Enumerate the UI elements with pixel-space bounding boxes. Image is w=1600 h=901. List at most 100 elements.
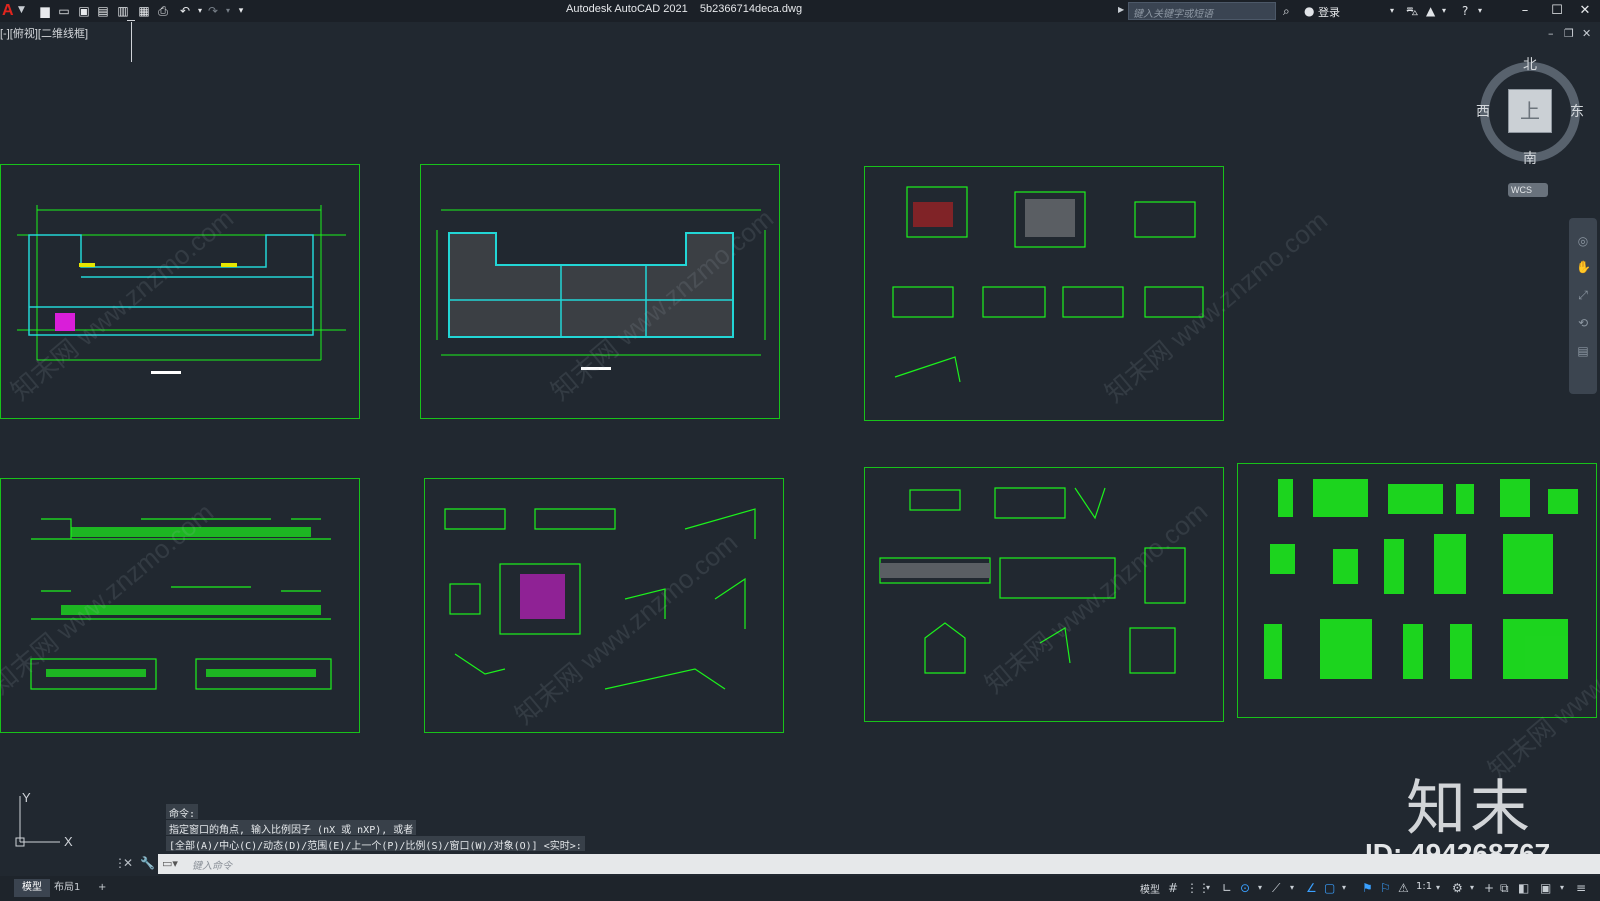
sign-in-link[interactable]: 登录 — [1318, 4, 1340, 20]
save-as-icon[interactable]: ▤ — [96, 3, 110, 19]
autocad-logo-icon[interactable]: A — [2, 2, 16, 20]
isometric-dropdown-icon[interactable]: ▾ — [1290, 881, 1294, 895]
redo-dropdown-icon[interactable]: ▾ — [221, 3, 235, 19]
customization-menu-icon[interactable]: ≡ — [1576, 881, 1586, 895]
drawing-sheet-pavilion-details[interactable]: 知末网 www.znzmo.com — [864, 467, 1224, 722]
drawing-sheet-doors-windows[interactable]: 知末网 www.znzmo.com — [1237, 463, 1600, 785]
search-expand-icon[interactable]: ▶ — [1118, 5, 1124, 14]
annotation-visibility-icon[interactable]: ⚑ — [1362, 881, 1373, 895]
roof-plan-drawing — [436, 209, 766, 370]
user-icon[interactable]: ● — [1304, 3, 1314, 19]
crosshair-cursor-line — [131, 22, 132, 62]
customize-quick-access-icon[interactable]: ▾ — [234, 3, 248, 19]
save-icon[interactable]: ▣ — [77, 3, 91, 19]
command-line-close-icon[interactable]: ✕ — [123, 856, 133, 870]
doors-windows-drawing — [1264, 479, 1578, 679]
compass-east[interactable]: 东 — [1570, 101, 1584, 121]
new-file-icon[interactable]: ▆ — [38, 3, 52, 19]
help-icon[interactable]: ? — [1462, 3, 1468, 19]
annotation-monitor-icon[interactable]: + — [1484, 881, 1494, 895]
navigation-bar: ◎ ✋ ⤢ ⟲ ▤ — [1569, 218, 1597, 394]
viewport-controls-label[interactable]: [-][俯视][二维线框] — [0, 25, 88, 41]
search-icon[interactable]: ⌕ — [1283, 3, 1290, 19]
application-menu-chevron-icon[interactable]: ▼ — [18, 5, 25, 15]
scale-dropdown-icon[interactable]: ▾ — [1436, 881, 1440, 895]
ortho-mode-icon[interactable]: ∟ — [1222, 881, 1232, 895]
snap-dropdown-icon[interactable]: ▾ — [1206, 881, 1210, 895]
save-to-web-icon[interactable]: ▦ — [137, 3, 151, 19]
polar-dropdown-icon[interactable]: ▾ — [1258, 881, 1262, 895]
showmotion-icon[interactable]: ▤ — [1576, 344, 1590, 358]
document-close-button[interactable]: ✕ — [1582, 27, 1591, 40]
clean-screen-dropdown-icon[interactable]: ▾ — [1560, 881, 1564, 895]
viewcube-top-face[interactable]: 上 — [1508, 89, 1552, 133]
clean-screen-icon[interactable]: ▣ — [1540, 881, 1551, 895]
polar-tracking-icon[interactable]: ⊙ — [1240, 881, 1250, 895]
sections-drawing — [444, 508, 756, 690]
orbit-icon[interactable]: ⟲ — [1576, 316, 1590, 330]
status-bar: 模型 布局1 + 模型 # ⋮⋮ ▾ ∟ ⊙ ▾ ⟋ ▾ ∠ ▢ ▾ ⚑ ⚐ ⚠… — [0, 876, 1600, 901]
minimize-button[interactable]: – — [1514, 1, 1536, 21]
autodesk-a360-icon[interactable]: ▲ — [1426, 3, 1435, 19]
maximize-button[interactable]: ☐ — [1546, 1, 1568, 21]
window-title: Autodesk AutoCAD 2021 5b2366714deca.dwg — [566, 3, 803, 15]
object-snap-icon[interactable]: ▢ — [1324, 881, 1335, 895]
ucs-y-label: Y — [22, 792, 31, 805]
command-history-line: [全部(A)/中心(C)/动态(D)/范围(E)/上一个(P)/比例(S)/窗口… — [166, 836, 585, 852]
sign-in-dropdown-icon[interactable]: ▾ — [1390, 3, 1394, 19]
help-search-input[interactable]: 键入关键字或短语 — [1128, 2, 1276, 20]
add-layout-button[interactable]: + — [90, 879, 114, 897]
drawing-sheet-floor-plan[interactable]: 知末网 www.znzmo.com — [0, 164, 360, 419]
units-icon[interactable]: ⧉ — [1500, 881, 1509, 895]
compass-west[interactable]: 西 — [1476, 101, 1490, 121]
zoom-extents-icon[interactable]: ⤢ — [1576, 288, 1590, 302]
undo-icon[interactable]: ↶ — [176, 3, 194, 19]
annotation-scale-icon[interactable]: ⚠ — [1398, 881, 1409, 895]
command-line-customize-icon[interactable]: 🔧 — [140, 856, 155, 870]
pavilion-details-drawing — [879, 487, 1186, 674]
pan-icon[interactable]: ✋ — [1576, 260, 1591, 274]
drawing-sheet-details[interactable]: 知末网 www.znzmo.com — [864, 166, 1333, 421]
compass-north[interactable]: 北 — [1523, 54, 1537, 74]
isometric-drafting-icon[interactable]: ⟋ — [1272, 881, 1280, 895]
brand-watermark: 知末 — [1406, 774, 1534, 844]
compass-south[interactable]: 南 — [1523, 148, 1537, 168]
autodesk-store-icon[interactable]: ⛍ — [1406, 3, 1418, 19]
close-button[interactable]: ✕ — [1574, 1, 1596, 21]
redo-icon[interactable]: ↷ — [204, 3, 222, 19]
command-input[interactable]: 键入命令 — [192, 857, 232, 872]
object-snap-dropdown-icon[interactable]: ▾ — [1342, 881, 1346, 895]
wcs-menu[interactable]: WCS — [1508, 183, 1548, 197]
drawing-sheet-roof-plan[interactable]: 知末网 www.znzmo.com — [420, 164, 780, 419]
open-from-web-icon[interactable]: ▥ — [116, 3, 130, 19]
auto-scale-icon[interactable]: ⚐ — [1380, 881, 1391, 895]
open-file-icon[interactable]: ▭ — [57, 3, 71, 19]
object-snap-tracking-icon[interactable]: ∠ — [1306, 881, 1317, 895]
a360-dropdown-icon[interactable]: ▾ — [1442, 3, 1446, 19]
workspace-dropdown-icon[interactable]: ▾ — [1470, 881, 1474, 895]
ucs-icon: Y X — [15, 792, 73, 849]
command-history-line: 指定窗口的角点, 输入比例因子 (nX 或 nXP), 或者 — [166, 820, 417, 836]
command-line[interactable]: ▭▾ 键入命令 — [158, 854, 1600, 874]
ucs-x-label: X — [64, 834, 73, 849]
elevations-drawing — [30, 518, 332, 690]
tab-layout1[interactable]: 布局1 — [46, 879, 88, 897]
model-space-toggle[interactable]: 模型 — [1140, 881, 1160, 896]
details-drawing — [892, 186, 1204, 383]
steering-wheel-icon[interactable]: ◎ — [1576, 234, 1590, 248]
document-restore-button[interactable]: ❐ — [1564, 27, 1574, 40]
document-minimize-button[interactable]: – — [1548, 27, 1554, 40]
drawing-sheet-elevations[interactable]: 知末网 www.znzmo.com — [0, 478, 360, 733]
drawing-sheet-sections[interactable]: 知末网 www.znzmo.com — [424, 478, 784, 733]
command-history-line: 命令: — [166, 804, 199, 820]
plot-icon[interactable]: ⎙ — [156, 3, 170, 19]
grid-icon[interactable]: # — [1168, 881, 1178, 895]
tab-model[interactable]: 模型 — [14, 879, 50, 897]
title-bar: A ▼ ▆ ▭ ▣ ▤ ▥ ▦ ⎙ ↶ ▾ ↷ ▾ ▾ Autodesk Aut… — [0, 0, 1600, 22]
recent-commands-icon[interactable]: ▭▾ — [162, 857, 178, 870]
viewcube[interactable]: 上 北 南 东 西 WCS — [1476, 56, 1596, 206]
workspace-gear-icon[interactable]: ⚙ — [1452, 881, 1463, 895]
annotation-scale-value[interactable]: 1:1 — [1416, 881, 1432, 892]
help-dropdown-icon[interactable]: ▾ — [1478, 3, 1482, 19]
isolate-objects-icon[interactable]: ◧ — [1518, 881, 1529, 895]
